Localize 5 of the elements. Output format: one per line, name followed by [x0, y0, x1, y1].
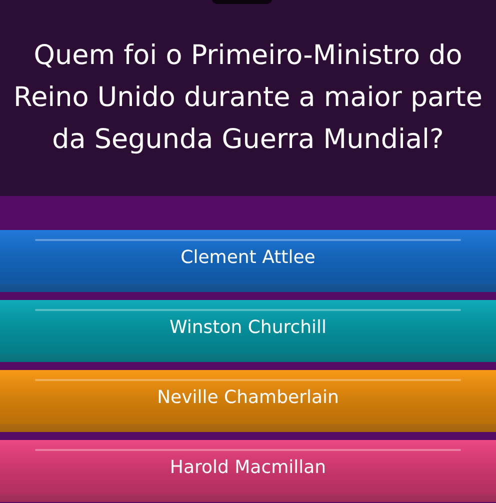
- answer-button[interactable]: Clement Attlee: [0, 230, 496, 292]
- answer-button[interactable]: Harold Macmillan: [0, 440, 496, 502]
- question-text: Quem foi o Primeiro-Ministro do Reino Unido durante a maior parte da Segunda Guerra Mundial?: [12, 39, 484, 157]
- answer-button[interactable]: Winston Churchill: [0, 300, 496, 362]
- answer-button[interactable]: Neville Chamberlain: [0, 370, 496, 432]
